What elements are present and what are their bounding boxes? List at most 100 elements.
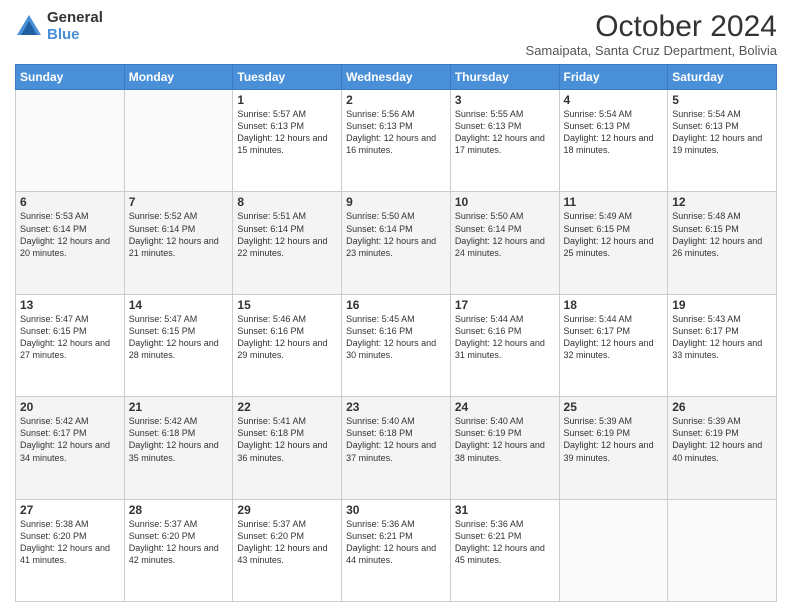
day-info: Sunrise: 5:57 AM Sunset: 6:13 PM Dayligh…	[237, 108, 337, 157]
page: General Blue October 2024 Samaipata, San…	[0, 0, 792, 612]
day-number: 13	[20, 298, 120, 312]
logo-text: General Blue	[47, 10, 103, 43]
day-info: Sunrise: 5:56 AM Sunset: 6:13 PM Dayligh…	[346, 108, 446, 157]
day-number: 29	[237, 503, 337, 517]
day-info: Sunrise: 5:36 AM Sunset: 6:21 PM Dayligh…	[455, 518, 555, 567]
day-info: Sunrise: 5:41 AM Sunset: 6:18 PM Dayligh…	[237, 415, 337, 464]
day-number: 1	[237, 93, 337, 107]
calendar-week-row: 13Sunrise: 5:47 AM Sunset: 6:15 PM Dayli…	[16, 294, 777, 396]
day-number: 17	[455, 298, 555, 312]
day-info: Sunrise: 5:47 AM Sunset: 6:15 PM Dayligh…	[129, 313, 229, 362]
day-number: 11	[564, 195, 664, 209]
day-number: 23	[346, 400, 446, 414]
day-number: 25	[564, 400, 664, 414]
calendar-cell: 20Sunrise: 5:42 AM Sunset: 6:17 PM Dayli…	[16, 397, 125, 499]
calendar-cell: 4Sunrise: 5:54 AM Sunset: 6:13 PM Daylig…	[559, 90, 668, 192]
day-info: Sunrise: 5:38 AM Sunset: 6:20 PM Dayligh…	[20, 518, 120, 567]
day-info: Sunrise: 5:42 AM Sunset: 6:17 PM Dayligh…	[20, 415, 120, 464]
calendar-cell	[668, 499, 777, 601]
calendar-cell	[559, 499, 668, 601]
calendar-cell: 13Sunrise: 5:47 AM Sunset: 6:15 PM Dayli…	[16, 294, 125, 396]
calendar-cell: 24Sunrise: 5:40 AM Sunset: 6:19 PM Dayli…	[450, 397, 559, 499]
day-number: 19	[672, 298, 772, 312]
calendar-cell: 30Sunrise: 5:36 AM Sunset: 6:21 PM Dayli…	[342, 499, 451, 601]
day-info: Sunrise: 5:48 AM Sunset: 6:15 PM Dayligh…	[672, 210, 772, 259]
calendar-cell: 26Sunrise: 5:39 AM Sunset: 6:19 PM Dayli…	[668, 397, 777, 499]
day-info: Sunrise: 5:43 AM Sunset: 6:17 PM Dayligh…	[672, 313, 772, 362]
day-info: Sunrise: 5:50 AM Sunset: 6:14 PM Dayligh…	[346, 210, 446, 259]
weekday-saturday: Saturday	[668, 65, 777, 90]
calendar-cell: 29Sunrise: 5:37 AM Sunset: 6:20 PM Dayli…	[233, 499, 342, 601]
day-number: 12	[672, 195, 772, 209]
day-info: Sunrise: 5:39 AM Sunset: 6:19 PM Dayligh…	[672, 415, 772, 464]
calendar-table: SundayMondayTuesdayWednesdayThursdayFrid…	[15, 64, 777, 602]
day-number: 20	[20, 400, 120, 414]
day-number: 9	[346, 195, 446, 209]
day-number: 27	[20, 503, 120, 517]
day-info: Sunrise: 5:46 AM Sunset: 6:16 PM Dayligh…	[237, 313, 337, 362]
day-info: Sunrise: 5:45 AM Sunset: 6:16 PM Dayligh…	[346, 313, 446, 362]
calendar-week-row: 1Sunrise: 5:57 AM Sunset: 6:13 PM Daylig…	[16, 90, 777, 192]
calendar-cell: 27Sunrise: 5:38 AM Sunset: 6:20 PM Dayli…	[16, 499, 125, 601]
calendar-cell: 1Sunrise: 5:57 AM Sunset: 6:13 PM Daylig…	[233, 90, 342, 192]
day-info: Sunrise: 5:54 AM Sunset: 6:13 PM Dayligh…	[672, 108, 772, 157]
calendar-cell: 5Sunrise: 5:54 AM Sunset: 6:13 PM Daylig…	[668, 90, 777, 192]
day-info: Sunrise: 5:53 AM Sunset: 6:14 PM Dayligh…	[20, 210, 120, 259]
day-number: 15	[237, 298, 337, 312]
day-info: Sunrise: 5:49 AM Sunset: 6:15 PM Dayligh…	[564, 210, 664, 259]
calendar-week-row: 6Sunrise: 5:53 AM Sunset: 6:14 PM Daylig…	[16, 192, 777, 294]
title-block: October 2024 Samaipata, Santa Cruz Depar…	[526, 10, 777, 58]
weekday-thursday: Thursday	[450, 65, 559, 90]
day-number: 30	[346, 503, 446, 517]
day-info: Sunrise: 5:51 AM Sunset: 6:14 PM Dayligh…	[237, 210, 337, 259]
logo: General Blue	[15, 10, 103, 43]
day-number: 28	[129, 503, 229, 517]
calendar-cell: 2Sunrise: 5:56 AM Sunset: 6:13 PM Daylig…	[342, 90, 451, 192]
day-info: Sunrise: 5:37 AM Sunset: 6:20 PM Dayligh…	[129, 518, 229, 567]
day-info: Sunrise: 5:50 AM Sunset: 6:14 PM Dayligh…	[455, 210, 555, 259]
day-number: 5	[672, 93, 772, 107]
calendar-cell: 3Sunrise: 5:55 AM Sunset: 6:13 PM Daylig…	[450, 90, 559, 192]
calendar-cell: 6Sunrise: 5:53 AM Sunset: 6:14 PM Daylig…	[16, 192, 125, 294]
calendar-week-row: 20Sunrise: 5:42 AM Sunset: 6:17 PM Dayli…	[16, 397, 777, 499]
logo-general-text: General	[47, 10, 103, 27]
calendar-cell: 23Sunrise: 5:40 AM Sunset: 6:18 PM Dayli…	[342, 397, 451, 499]
calendar-cell	[124, 90, 233, 192]
calendar-cell: 17Sunrise: 5:44 AM Sunset: 6:16 PM Dayli…	[450, 294, 559, 396]
calendar-cell: 19Sunrise: 5:43 AM Sunset: 6:17 PM Dayli…	[668, 294, 777, 396]
day-number: 14	[129, 298, 229, 312]
calendar-cell: 21Sunrise: 5:42 AM Sunset: 6:18 PM Dayli…	[124, 397, 233, 499]
calendar-cell: 11Sunrise: 5:49 AM Sunset: 6:15 PM Dayli…	[559, 192, 668, 294]
day-number: 18	[564, 298, 664, 312]
weekday-friday: Friday	[559, 65, 668, 90]
calendar-cell: 9Sunrise: 5:50 AM Sunset: 6:14 PM Daylig…	[342, 192, 451, 294]
calendar-cell: 22Sunrise: 5:41 AM Sunset: 6:18 PM Dayli…	[233, 397, 342, 499]
calendar-cell: 14Sunrise: 5:47 AM Sunset: 6:15 PM Dayli…	[124, 294, 233, 396]
day-number: 22	[237, 400, 337, 414]
day-info: Sunrise: 5:39 AM Sunset: 6:19 PM Dayligh…	[564, 415, 664, 464]
day-info: Sunrise: 5:55 AM Sunset: 6:13 PM Dayligh…	[455, 108, 555, 157]
day-info: Sunrise: 5:44 AM Sunset: 6:16 PM Dayligh…	[455, 313, 555, 362]
day-info: Sunrise: 5:36 AM Sunset: 6:21 PM Dayligh…	[346, 518, 446, 567]
weekday-sunday: Sunday	[16, 65, 125, 90]
day-info: Sunrise: 5:42 AM Sunset: 6:18 PM Dayligh…	[129, 415, 229, 464]
day-info: Sunrise: 5:40 AM Sunset: 6:18 PM Dayligh…	[346, 415, 446, 464]
day-number: 16	[346, 298, 446, 312]
calendar-cell: 28Sunrise: 5:37 AM Sunset: 6:20 PM Dayli…	[124, 499, 233, 601]
calendar-cell: 31Sunrise: 5:36 AM Sunset: 6:21 PM Dayli…	[450, 499, 559, 601]
day-info: Sunrise: 5:47 AM Sunset: 6:15 PM Dayligh…	[20, 313, 120, 362]
day-info: Sunrise: 5:52 AM Sunset: 6:14 PM Dayligh…	[129, 210, 229, 259]
calendar-cell	[16, 90, 125, 192]
day-number: 4	[564, 93, 664, 107]
day-number: 6	[20, 195, 120, 209]
day-info: Sunrise: 5:44 AM Sunset: 6:17 PM Dayligh…	[564, 313, 664, 362]
day-number: 10	[455, 195, 555, 209]
calendar-cell: 7Sunrise: 5:52 AM Sunset: 6:14 PM Daylig…	[124, 192, 233, 294]
day-number: 7	[129, 195, 229, 209]
logo-blue-text: Blue	[47, 27, 103, 44]
day-number: 3	[455, 93, 555, 107]
weekday-wednesday: Wednesday	[342, 65, 451, 90]
calendar-cell: 25Sunrise: 5:39 AM Sunset: 6:19 PM Dayli…	[559, 397, 668, 499]
weekday-tuesday: Tuesday	[233, 65, 342, 90]
calendar-cell: 12Sunrise: 5:48 AM Sunset: 6:15 PM Dayli…	[668, 192, 777, 294]
